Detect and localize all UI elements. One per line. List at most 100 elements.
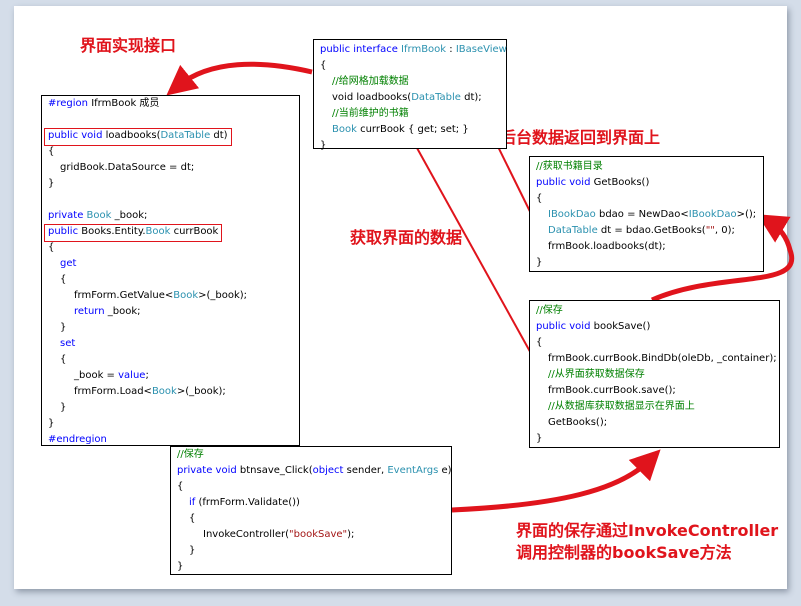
code-line: public void GetBooks(): [536, 175, 763, 191]
code-line: set: [48, 336, 299, 352]
code-line: }: [536, 255, 763, 271]
code-text: {: [536, 337, 543, 348]
type-name: Book: [86, 210, 112, 221]
code-line: }: [177, 559, 451, 575]
code-text: frmForm.Load<: [74, 386, 152, 397]
code-text: :: [446, 44, 456, 55]
code-line: GetBooks();: [536, 415, 779, 431]
code-text: }: [320, 140, 327, 151]
code-text: btnsave_Click(: [236, 465, 313, 476]
code-text: frmForm.GetValue<: [74, 290, 174, 301]
code-line: gridBook.DataSource = dt;: [48, 160, 299, 176]
code-text: Books.Entity.: [78, 226, 146, 237]
code-line: frmForm.GetValue<Book>(_book);: [48, 288, 299, 304]
code-line: //保存: [536, 303, 779, 319]
code-line: //保存: [177, 447, 451, 463]
code-line: public interface IfrmBook : IBaseView: [320, 42, 507, 58]
code-line: private void btnsave_Click(object sender…: [177, 463, 452, 479]
caption-backend-returns: 后台数据返回到界面上: [500, 128, 661, 147]
comment: //当前维护的书籍: [332, 108, 409, 119]
code-text: bookSave(): [590, 321, 651, 332]
keyword: public interface: [320, 44, 402, 55]
string-literal: "bookSave": [289, 529, 348, 540]
code-line: //从数据库获取数据显示在界面上: [536, 399, 779, 415]
code-text: IfrmBook 成员: [88, 98, 160, 109]
keyword: public void: [536, 177, 591, 188]
code-line: {: [48, 144, 299, 160]
comment: //给网格加载数据: [332, 76, 409, 87]
code-text: dt);: [460, 92, 482, 103]
code-text: {: [189, 513, 196, 524]
code-line: //当前维护的书籍: [320, 106, 506, 122]
code-text: {: [177, 481, 184, 492]
code-line: return _book;: [48, 304, 299, 320]
code-text: {: [48, 146, 55, 157]
keyword: value: [118, 370, 146, 381]
code-line: {: [48, 272, 299, 288]
code-text: {: [60, 274, 67, 285]
keyword: public void: [48, 130, 103, 141]
code-text: }: [48, 418, 55, 429]
arrow-invoke-controller: [451, 449, 661, 513]
code-text: bdao = NewDao<: [595, 209, 689, 220]
keyword: public: [48, 226, 79, 237]
keyword: set: [60, 338, 76, 349]
type-name: IfrmBook: [401, 44, 447, 55]
code-line: {: [536, 335, 779, 351]
comment: //从数据库获取数据显示在界面上: [548, 401, 695, 412]
code-line: }: [536, 431, 779, 447]
caption-save-via-controller-1: 界面的保存通过InvokeController: [516, 521, 779, 540]
type-name: IBookDao: [548, 209, 596, 220]
code-text: void loadbooks(: [332, 92, 412, 103]
keyword: #region: [48, 98, 89, 109]
code-text: >();: [736, 209, 757, 220]
type-name: EventArgs: [387, 465, 439, 476]
code-text: {: [320, 60, 327, 71]
code-line: void loadbooks(DataTable dt);: [320, 90, 506, 106]
getbooks-code-box: //获取书籍目录 public void GetBooks() { IBookD…: [529, 156, 764, 272]
code-text: ;: [145, 370, 149, 381]
code-text: {: [60, 354, 67, 365]
code-line: {: [177, 479, 451, 495]
code-line: frmBook.loadbooks(dt);: [536, 239, 763, 255]
string-literal: "": [705, 225, 715, 236]
comment: //获取书籍目录: [536, 161, 603, 172]
type-name: DataTable: [548, 225, 598, 236]
code-line: {: [320, 58, 506, 74]
code-line: IBookDao bdao = NewDao<IBookDao>();: [536, 207, 763, 223]
code-text: {: [48, 242, 55, 253]
code-text: }: [536, 257, 543, 268]
code-line: frmBook.currBook.BindDb(oleDb, _containe…: [536, 351, 779, 367]
code-text: >(_book);: [198, 290, 248, 301]
code-line: {: [48, 240, 299, 256]
caption-implements-interface: 界面实现接口: [80, 36, 177, 55]
code-line: }: [48, 320, 299, 336]
code-text: {: [536, 193, 543, 204]
code-text: }: [48, 178, 55, 189]
code-line: }: [177, 543, 451, 559]
type-name: Book: [332, 124, 357, 135]
type-name: IBookDao: [688, 209, 737, 220]
keyword: #endregion: [48, 434, 107, 445]
code-text: , 0);: [714, 225, 735, 236]
code-line: }: [48, 176, 299, 192]
code-line: }: [48, 400, 299, 416]
code-line: //从界面获取数据保存: [536, 367, 779, 383]
code-text: >(_book);: [176, 386, 226, 397]
code-text: (frmForm.Validate()): [195, 497, 300, 508]
type-name: Book: [145, 226, 171, 237]
code-line: //给网格加载数据: [320, 74, 506, 90]
type-name: IBaseView: [455, 44, 507, 55]
code-text: loadbooks(: [102, 130, 161, 141]
booksave-code-box: //保存 public void bookSave() { frmBook.cu…: [529, 300, 780, 448]
code-line: {: [177, 511, 451, 527]
code-line: //获取书籍目录: [536, 159, 763, 175]
code-line: _book = value;: [48, 368, 299, 384]
code-text: gridBook.DataSource = dt;: [60, 162, 195, 173]
code-text: frmBook.currBook.save();: [548, 385, 676, 396]
code-text: );: [347, 529, 355, 540]
code-text: frmBook.loadbooks(dt);: [548, 241, 666, 252]
keyword: public void: [536, 321, 591, 332]
code-text: dt = bdao.GetBooks(: [597, 225, 706, 236]
type-name: DataTable: [160, 130, 211, 141]
